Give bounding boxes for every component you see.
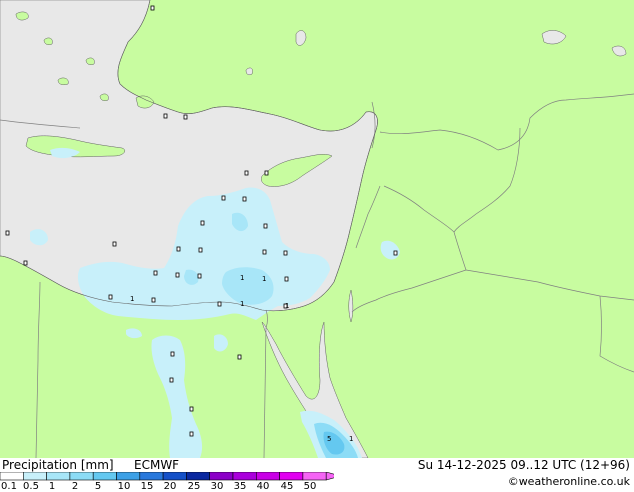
legend-tick: 20: [163, 481, 177, 492]
color-scale-cell: [116, 472, 141, 481]
legend-tick: 0.5: [23, 481, 39, 492]
legend-tick: 0.1: [1, 481, 17, 492]
lake-4: [245, 67, 253, 76]
color-scale-cell: [255, 472, 280, 481]
color-scale-cell: [232, 472, 257, 481]
point-label: 1: [240, 300, 244, 308]
legend-tick: 15: [140, 481, 154, 492]
precipitation-title: Precipitation [mm]: [2, 458, 114, 472]
color-scale-cell: [139, 472, 164, 481]
legend-tick: 35: [233, 481, 247, 492]
legend-tick: 5: [94, 481, 102, 492]
legend-tick: 50: [303, 481, 317, 492]
point-label: 1: [130, 295, 134, 303]
color-scale-cell: [0, 472, 24, 481]
legend-tick: 10: [117, 481, 131, 492]
legend-tick: 2: [71, 481, 79, 492]
color-scale-cell: [302, 472, 327, 481]
color-scale-cell: [69, 472, 94, 481]
legend-tick: 25: [187, 481, 201, 492]
aegean-island-5: [15, 11, 29, 21]
point-label: 1: [349, 435, 353, 443]
point-label: 1: [262, 275, 266, 283]
precipitation-map: 1 1 1 1 1 5 1: [0, 0, 634, 458]
legend-tick: 40: [256, 481, 270, 492]
color-scale-cell: [279, 472, 304, 481]
datetime-label: Su 14-12-2025 09..12 UTC (12+96): [417, 458, 630, 472]
model-name: ECMWF: [134, 458, 180, 472]
color-scale-arrow: [325, 472, 334, 481]
point-label: 1: [285, 302, 289, 310]
legend-tick: 1: [48, 481, 56, 492]
color-scale-cell: [46, 472, 71, 481]
credit-label: ©weatheronline.co.uk: [507, 475, 630, 488]
aegean-island-3: [57, 77, 69, 86]
color-scale-cell: [92, 472, 117, 481]
color-scale-cell: [162, 472, 187, 481]
legend-tick: 45: [280, 481, 294, 492]
color-scale-cell: [186, 472, 210, 481]
point-label: 5: [327, 435, 331, 443]
color-scale-cell: [22, 472, 47, 481]
point-label: 1: [240, 274, 244, 282]
legend-tick: 30: [210, 481, 224, 492]
color-scale-cell: [209, 472, 234, 481]
